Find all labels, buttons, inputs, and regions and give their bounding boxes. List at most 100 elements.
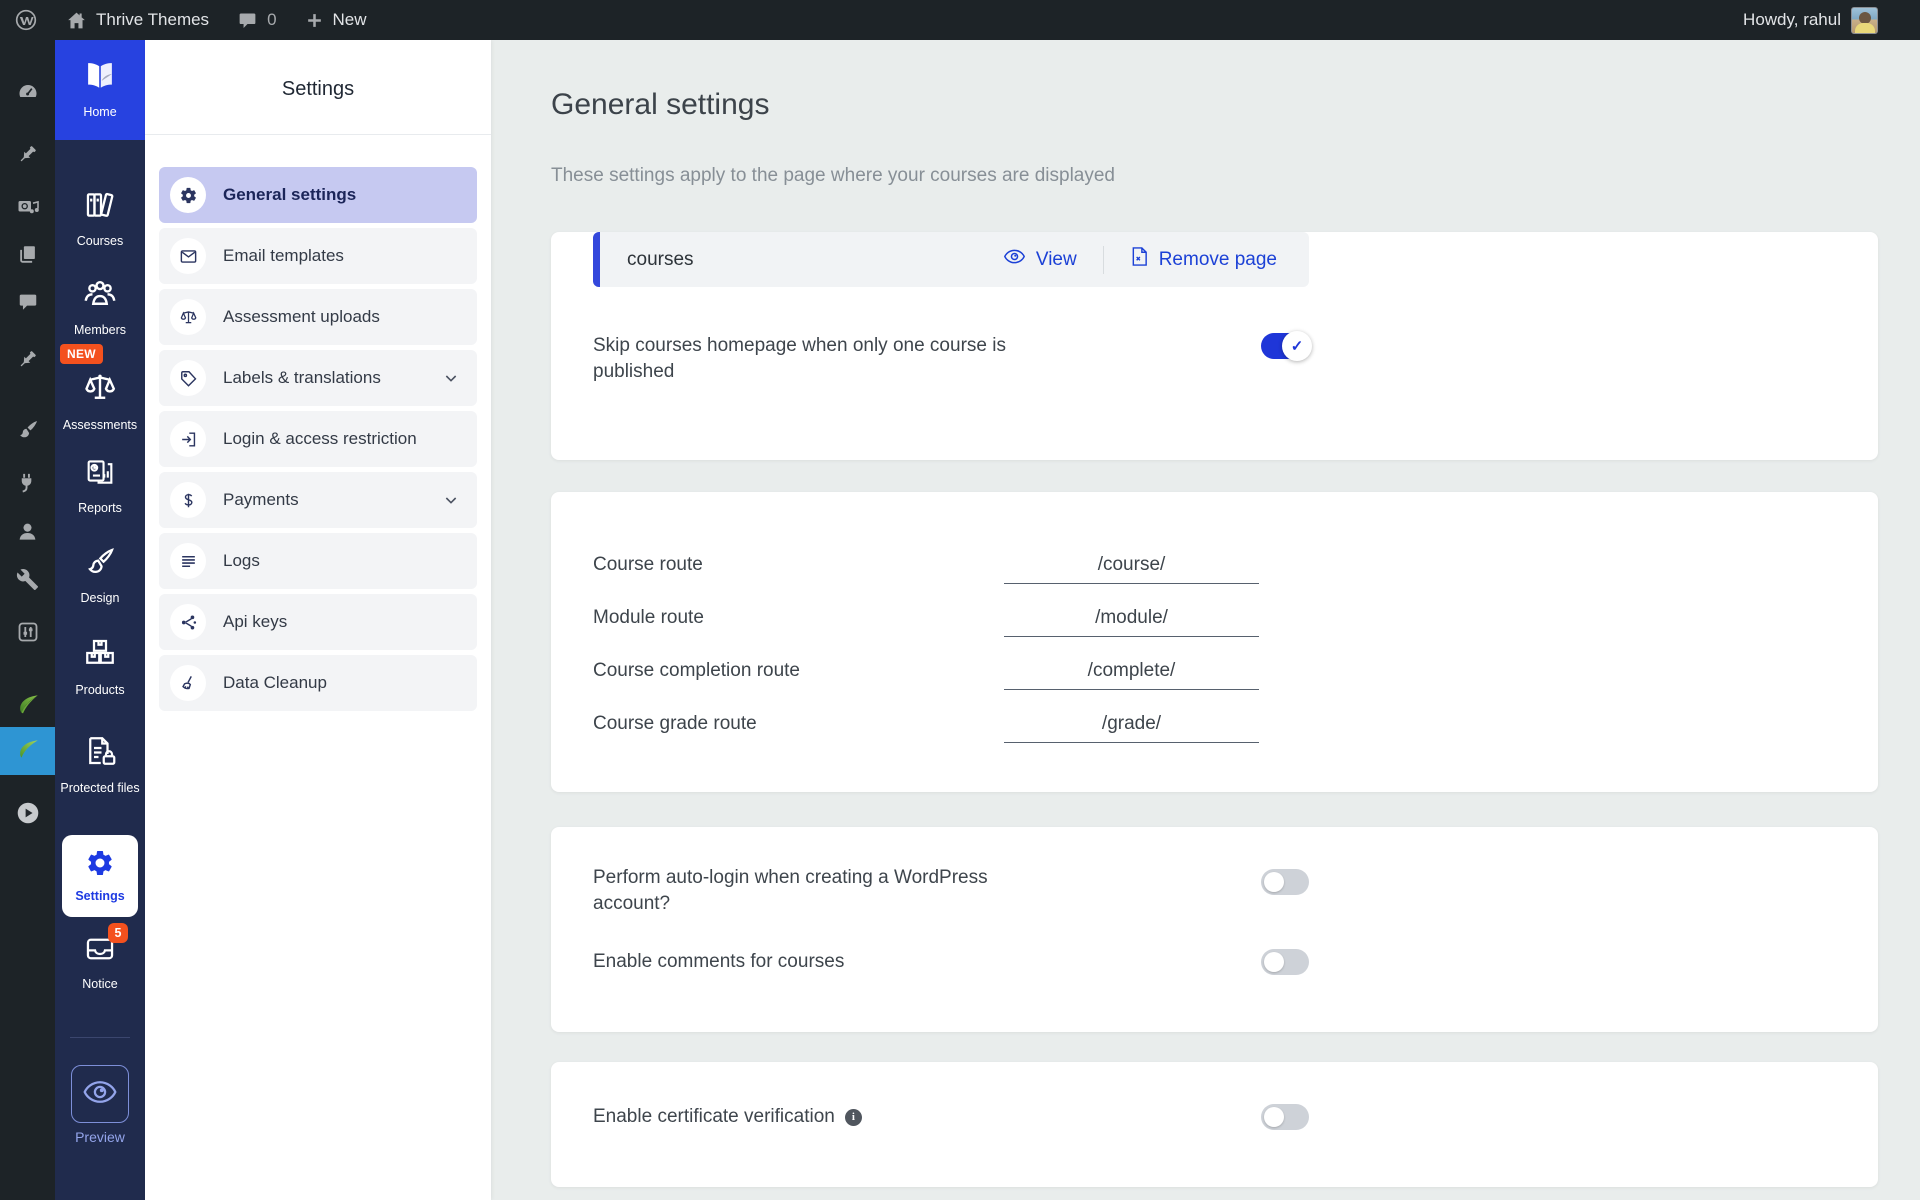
pinned-plugin-icon[interactable]: [0, 348, 55, 371]
thrive-apprentice-leaf-icon: [15, 736, 41, 767]
sidebar-item-courses[interactable]: Courses: [55, 188, 145, 249]
dollar-icon: [170, 482, 206, 518]
completion-route-label: Course completion route: [593, 660, 800, 682]
users-icon[interactable]: [0, 520, 55, 543]
sidebar-item-label: Design: [81, 591, 120, 606]
media-icon[interactable]: [0, 195, 55, 219]
course-page-field: courses View: [593, 232, 1309, 287]
sidebar-item-assessments[interactable]: NEW Assessments: [55, 370, 145, 433]
menu-item-label: Api keys: [223, 612, 287, 632]
plugins-plug-icon[interactable]: [0, 471, 55, 494]
certificate-toggle[interactable]: [1261, 1104, 1309, 1130]
wp-admin-bar: Thrive Themes 0 New Howdy, rahul: [0, 0, 1920, 40]
eye-icon: [82, 1077, 118, 1112]
broom-icon: [170, 665, 206, 701]
auto-login-toggle[interactable]: [1261, 869, 1309, 895]
thrive-apprentice-sidebar: Home Courses Members NEW Assessments: [55, 40, 145, 1200]
video-play-icon[interactable]: [0, 800, 55, 826]
course-route-row: Course route: [593, 538, 1309, 591]
comments-icon[interactable]: [0, 291, 55, 313]
certificate-row: Enable certificate verification i: [593, 1104, 1309, 1130]
certificate-label: Enable certificate verification: [593, 1104, 835, 1130]
new-content-menu[interactable]: New: [291, 0, 381, 40]
settings-menu: General settings Email templates Assessm…: [145, 167, 491, 711]
menu-item-assessment-uploads[interactable]: Assessment uploads: [159, 289, 477, 345]
links-divider: [1103, 246, 1104, 274]
sidebar-item-protected-files[interactable]: Protected files: [55, 733, 145, 796]
user-avatar[interactable]: [1851, 7, 1878, 34]
eye-icon: [1003, 247, 1026, 272]
menu-item-label: Email templates: [223, 246, 344, 266]
menu-item-labels-translations[interactable]: Labels & translations: [159, 350, 477, 406]
report-charts-icon: [83, 455, 117, 494]
list-lines-icon: [170, 543, 206, 579]
view-link[interactable]: View: [1003, 247, 1077, 272]
remove-page-label: Remove page: [1159, 249, 1277, 271]
wordpress-logo-icon: [14, 8, 38, 32]
wordpress-logo[interactable]: [0, 0, 52, 40]
notice-count-badge: 5: [108, 923, 128, 943]
dashboard-icon[interactable]: [0, 80, 55, 104]
sidebar-item-products[interactable]: Products: [55, 635, 145, 698]
auto-login-row: Perform auto-login when creating a WordP…: [593, 865, 1309, 917]
wp-admin-sidebar: [0, 40, 55, 1200]
skip-homepage-toggle[interactable]: ✓: [1261, 333, 1309, 359]
menu-item-label: Labels & translations: [223, 368, 381, 388]
sidebar-item-preview[interactable]: Preview: [55, 1065, 145, 1145]
comment-bubble-icon: [237, 10, 258, 31]
course-route-label: Course route: [593, 554, 703, 576]
menu-item-payments[interactable]: Payments: [159, 472, 477, 528]
completion-route-input[interactable]: [1004, 652, 1259, 690]
preview-button: [71, 1065, 129, 1123]
posts-pin-icon[interactable]: [0, 143, 55, 166]
pages-icon[interactable]: [0, 243, 55, 265]
certificate-card: Enable certificate verification i: [551, 1062, 1878, 1187]
info-icon[interactable]: i: [845, 1109, 862, 1126]
sidebar-item-notice[interactable]: 5 Notice: [55, 933, 145, 992]
toggle-knob: [1264, 872, 1284, 892]
sidebar-item-reports[interactable]: Reports: [55, 455, 145, 516]
grade-route-input[interactable]: [1004, 705, 1259, 743]
settings-sliders-icon[interactable]: [0, 620, 55, 644]
view-label: View: [1036, 249, 1077, 271]
menu-item-api-keys[interactable]: Api keys: [159, 594, 477, 650]
site-menu[interactable]: Thrive Themes: [52, 0, 223, 40]
sidebar-item-members[interactable]: Members: [55, 277, 145, 338]
module-route-label: Module route: [593, 607, 704, 629]
comments-menu[interactable]: 0: [223, 0, 290, 40]
menu-item-data-cleanup[interactable]: Data Cleanup: [159, 655, 477, 711]
sidebar-item-home[interactable]: Home: [55, 40, 145, 140]
module-route-row: Module route: [593, 591, 1309, 644]
account-options-card: Perform auto-login when creating a WordP…: [551, 827, 1878, 1032]
sidebar-item-settings[interactable]: Settings: [62, 835, 138, 917]
tag-icon: [170, 360, 206, 396]
account-menu[interactable]: Howdy, rahul: [1729, 0, 1841, 40]
menu-item-email-templates[interactable]: Email templates: [159, 228, 477, 284]
enable-comments-toggle[interactable]: [1261, 949, 1309, 975]
thrive-apprentice-active-item[interactable]: [0, 727, 55, 775]
sidebar-divider: [70, 1037, 130, 1038]
sidebar-item-label: Preview: [75, 1130, 125, 1145]
routes-card: Course route Module route Course complet…: [551, 492, 1878, 792]
sidebar-item-label: Notice: [82, 977, 117, 992]
menu-item-label: Login & access restriction: [223, 429, 417, 449]
thrive-leaf-icon[interactable]: [0, 691, 55, 717]
tools-wrench-icon[interactable]: [0, 568, 55, 591]
books-icon: [83, 188, 117, 227]
new-label: New: [333, 10, 367, 30]
toggle-knob: [1264, 952, 1284, 972]
sidebar-item-label: Settings: [75, 889, 124, 904]
sidebar-item-label: Reports: [78, 501, 122, 516]
sidebar-item-design[interactable]: Design: [55, 545, 145, 606]
menu-item-login-access[interactable]: Login & access restriction: [159, 411, 477, 467]
menu-item-logs[interactable]: Logs: [159, 533, 477, 589]
page-title: General settings: [551, 85, 1878, 125]
envelope-icon: [170, 238, 206, 274]
menu-item-general-settings[interactable]: General settings: [159, 167, 477, 223]
gear-icon: [170, 177, 206, 213]
course-route-input[interactable]: [1004, 546, 1259, 584]
remove-page-link[interactable]: Remove page: [1130, 246, 1277, 273]
module-route-input[interactable]: [1004, 599, 1259, 637]
appearance-brush-icon[interactable]: [0, 418, 55, 442]
menu-item-label: Logs: [223, 551, 260, 571]
